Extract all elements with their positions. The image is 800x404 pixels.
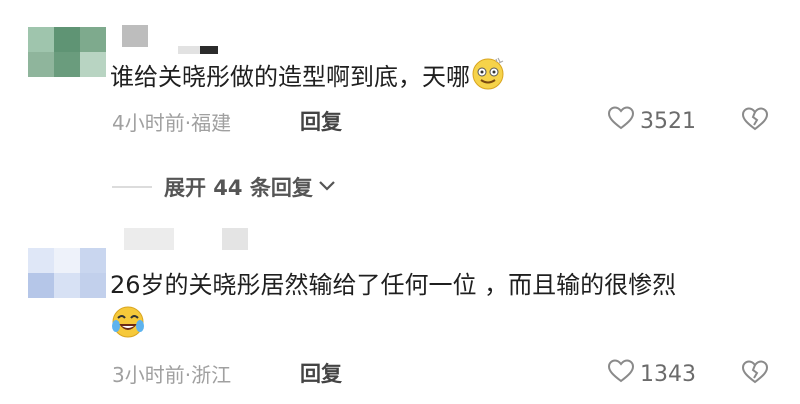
reply-button[interactable]: 回复: [300, 106, 342, 136]
like-count: 3521: [640, 108, 696, 134]
expand-replies-label: 展开 44 条回复: [164, 176, 313, 200]
username-blurred[interactable]: [124, 228, 248, 250]
heart-outline-icon: [607, 359, 635, 389]
avatar[interactable]: [28, 27, 106, 77]
divider-line: [112, 186, 152, 188]
like-button[interactable]: 1343: [607, 359, 696, 389]
comment-text-line2: [110, 304, 146, 350]
dislike-button[interactable]: [741, 360, 769, 388]
broken-heart-outline-icon: [741, 107, 769, 135]
avatar[interactable]: [28, 248, 106, 298]
expand-replies-button[interactable]: 展开 44 条回复: [112, 172, 337, 202]
like-count: 1343: [640, 361, 696, 387]
broken-heart-outline-icon: [741, 360, 769, 388]
dislike-button[interactable]: [741, 107, 769, 135]
dazed-smile-emoji-icon: [470, 55, 506, 101]
heart-outline-icon: [607, 106, 635, 136]
comment-text: 26岁的关晓彤居然输给了任何一位 ，而且输的很惨烈: [110, 271, 677, 299]
comment-time-location: 3小时前·浙江: [112, 363, 232, 387]
laughing-crying-emoji-icon: [110, 304, 146, 350]
chevron-down-icon: [317, 178, 337, 197]
username-blurred[interactable]: [122, 25, 148, 47]
comment-time-location: 4小时前·福建: [112, 111, 232, 135]
comment-text: 谁给关晓彤做的造型啊到底，天哪: [110, 55, 506, 101]
like-button[interactable]: 3521: [607, 106, 696, 136]
reply-button[interactable]: 回复: [300, 358, 342, 388]
